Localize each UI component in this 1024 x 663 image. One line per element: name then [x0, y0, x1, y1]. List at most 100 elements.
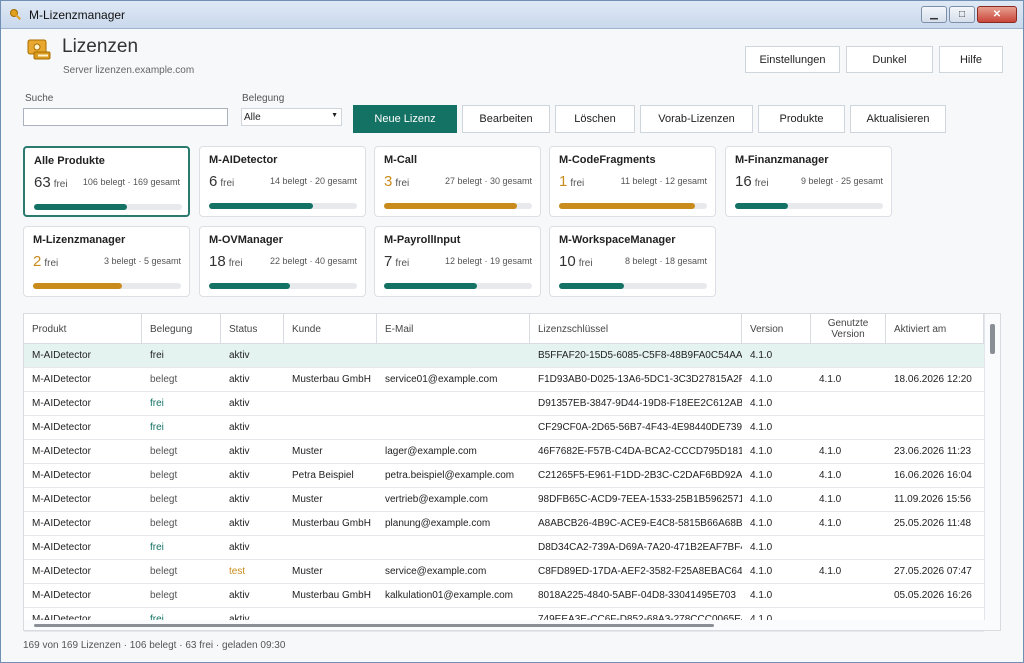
column-header[interactable]: Genutzte Version: [811, 314, 886, 344]
table-row[interactable]: M-AIDetector belegt aktiv Musterbau GmbH ser…: [24, 368, 988, 392]
card-progress-fill: [34, 204, 127, 210]
table-cell: Musterbau GmbH: [292, 374, 371, 385]
delete-button[interactable]: Löschen: [555, 105, 635, 133]
assignment-label: Belegung: [242, 93, 285, 104]
product-card[interactable]: M-CodeFragments 1 frei 11 belegt · 12 gesam…: [549, 146, 716, 217]
table-cell: vertrieb@example.com: [385, 494, 488, 505]
card-progress-fill: [735, 203, 788, 209]
table-cell: belegt: [150, 470, 178, 481]
app-key-icon: [10, 8, 21, 20]
main-content: Lizenzen Server lizenzen.example.com Ein…: [5, 30, 1019, 658]
table-row[interactable]: M-AIDetector frei aktiv B5FFAF20-15D5-6085-…: [24, 344, 988, 368]
card-progress-bar: [384, 283, 532, 289]
license-table: Produkt Belegung Status Kunde E-Mail Lizenzsc…: [23, 313, 1001, 632]
table-cell: belegt: [150, 494, 178, 505]
table-cell: frei: [150, 350, 164, 361]
card-product-name: M-WorkspaceManager: [559, 234, 676, 246]
table-row[interactable]: M-AIDetector belegt test Muster service@exam…: [24, 560, 988, 584]
card-free-count: 6 frei: [209, 173, 234, 190]
card-free-value: 7: [384, 253, 393, 270]
table-cell: [284, 536, 377, 560]
column-header[interactable]: Kunde: [284, 314, 377, 344]
table-row[interactable]: M-AIDetector frei aktiv D91357EB-3847-9D44-…: [24, 392, 988, 416]
table-cell: aktiv: [229, 470, 250, 481]
vertical-scrollbar[interactable]: [984, 314, 1000, 630]
card-progress-bar: [34, 204, 182, 210]
table-cell: M-AIDetector: [32, 590, 91, 601]
help-button[interactable]: Hilfe: [939, 46, 1003, 73]
table-cell: M-AIDetector: [32, 422, 91, 433]
new-license-button[interactable]: Neue Lizenz: [353, 105, 457, 133]
card-product-name: M-Lizenzmanager: [33, 234, 126, 246]
assignment-select[interactable]: Alle ▼: [241, 108, 342, 126]
dark-mode-button[interactable]: Dunkel: [846, 46, 933, 73]
table-cell: M-AIDetector: [32, 398, 91, 409]
column-header[interactable]: E-Mail: [377, 314, 530, 344]
table-row[interactable]: M-AIDetector belegt aktiv Muster vertrieb@ex…: [24, 488, 988, 512]
horizontal-scrollbar[interactable]: [24, 620, 986, 630]
table-cell: service01@example.com: [385, 374, 498, 385]
product-card[interactable]: M-PayrollInput 7 frei 12 belegt · 19 gesamt: [374, 226, 541, 297]
table-row[interactable]: M-AIDetector belegt aktiv Musterbau GmbH pla…: [24, 512, 988, 536]
table-row[interactable]: M-AIDetector belegt aktiv Musterbau GmbH kal…: [24, 584, 988, 608]
close-button[interactable]: ✕: [977, 6, 1017, 23]
table-cell: lager@example.com: [385, 446, 477, 457]
table-row[interactable]: M-AIDetector belegt aktiv Petra Beispiel pet…: [24, 464, 988, 488]
column-header[interactable]: Status: [221, 314, 284, 344]
card-product-name: M-OVManager: [209, 234, 283, 246]
column-header[interactable]: Belegung: [142, 314, 221, 344]
table-cell: 4.1.0: [750, 470, 773, 481]
card-product-name: M-Call: [384, 154, 417, 166]
table-cell: aktiv: [229, 398, 250, 409]
pre-licenses-button[interactable]: Vorab-Lizenzen: [640, 105, 753, 133]
product-card[interactable]: M-Call 3 frei 27 belegt · 30 gesamt: [374, 146, 541, 217]
card-free-value: 16: [735, 173, 752, 190]
product-card[interactable]: M-WorkspaceManager 10 frei 8 belegt · 18 ge…: [549, 226, 716, 297]
settings-button[interactable]: Einstellungen: [745, 46, 840, 73]
table-cell: 46F7682E-F57B-C4DA-BCA2-CCCD795D1812: [538, 446, 742, 457]
card-progress-bar: [33, 283, 181, 289]
horizontal-scroll-thumb[interactable]: [34, 624, 714, 627]
card-free-count: 7 frei: [384, 253, 409, 270]
product-card[interactable]: M-AIDetector 6 frei 14 belegt · 20 gesamt: [199, 146, 366, 217]
table-cell: Muster: [292, 446, 323, 457]
maximize-button[interactable]: □: [949, 6, 975, 23]
card-free-label: frei: [228, 258, 243, 269]
edit-button[interactable]: Bearbeiten: [462, 105, 550, 133]
refresh-button[interactable]: Aktualisieren: [850, 105, 946, 133]
column-header[interactable]: Aktiviert am: [886, 314, 984, 344]
table-cell: aktiv: [229, 446, 250, 457]
vertical-scroll-thumb[interactable]: [990, 324, 995, 354]
card-progress-fill: [33, 283, 122, 289]
column-header[interactable]: Version: [742, 314, 811, 344]
table-cell: 4.1.0: [750, 542, 773, 553]
table-cell: Muster: [292, 566, 323, 577]
table-cell: belegt: [150, 374, 178, 385]
column-header[interactable]: Produkt: [24, 314, 142, 344]
table-row[interactable]: M-AIDetector belegt aktiv Muster lager@examp…: [24, 440, 988, 464]
table-row[interactable]: M-AIDetector frei aktiv CF29CF0A-2D65-56B7-…: [24, 416, 988, 440]
product-card[interactable]: M-Lizenzmanager 2 frei 3 belegt · 5 gesamt: [23, 226, 190, 297]
search-input[interactable]: [23, 108, 228, 126]
card-free-label: frei: [395, 258, 410, 269]
products-button[interactable]: Produkte: [758, 105, 845, 133]
table-cell: belegt: [150, 518, 178, 529]
table-cell: service@example.com: [385, 566, 487, 577]
card-free-label: frei: [578, 258, 593, 269]
minimize-button[interactable]: ▁: [921, 6, 947, 23]
table-cell: 4.1.0: [819, 446, 842, 457]
product-card[interactable]: M-OVManager 18 frei 22 belegt · 40 gesamt: [199, 226, 366, 297]
table-row[interactable]: M-AIDetector frei aktiv D8D34CA2-739A-D69A-…: [24, 536, 988, 560]
table-cell: M-AIDetector: [32, 374, 91, 385]
table-cell: 4.1.0: [819, 494, 842, 505]
status-bar: 169 von 169 Lizenzen · 106 belegt · 63 f…: [23, 640, 286, 651]
title-bar[interactable]: M-Lizenzmanager ▁ □ ✕: [1, 1, 1023, 29]
table-cell: 4.1.0: [750, 518, 773, 529]
product-card[interactable]: Alle Produkte 63 frei 106 belegt · 169 gesa…: [23, 146, 190, 217]
table-cell: 11.09.2026 15:56: [894, 494, 972, 505]
column-header[interactable]: Lizenzschlüssel: [530, 314, 742, 344]
product-card[interactable]: M-Finanzmanager 16 frei 9 belegt · 25 gesam…: [725, 146, 892, 217]
card-progress-fill: [209, 283, 290, 289]
server-subtitle: Server lizenzen.example.com: [63, 65, 195, 76]
table-cell: 4.1.0: [750, 566, 773, 577]
